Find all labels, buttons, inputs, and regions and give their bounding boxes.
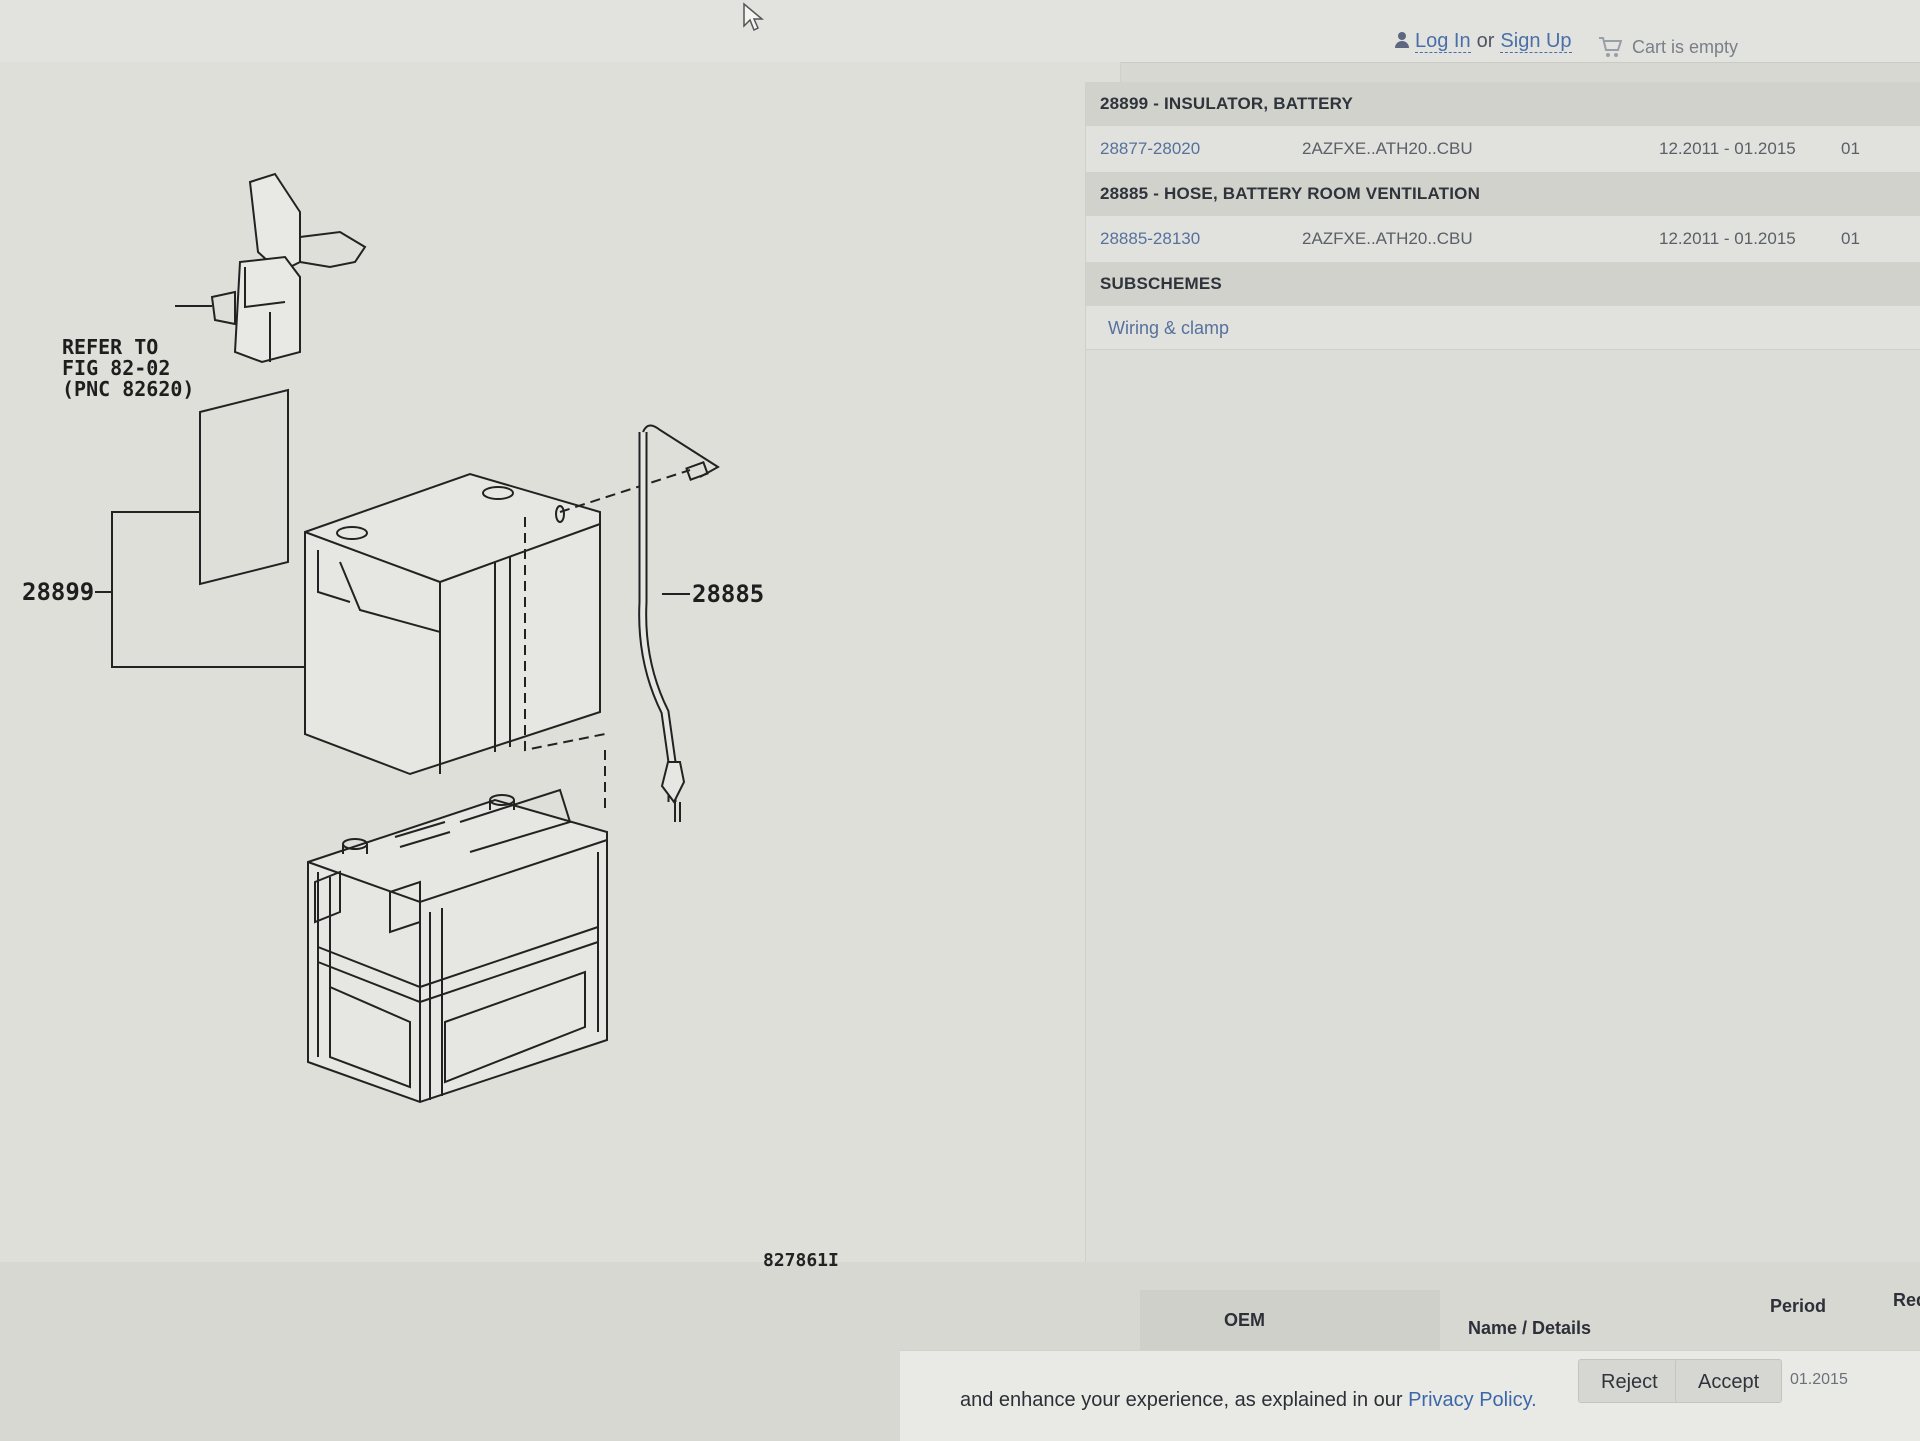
top-bar: Log In or Sign Up Cart is empty [0,0,1920,63]
cookie-message: and enhance your experience, as explaine… [960,1389,1537,1412]
parts-list-panel: 28899 - INSULATOR, BATTERY 28877-28020 2… [1085,82,1920,1262]
ventilation-hose[interactable] [638,424,720,822]
part-row[interactable]: 28885-28130 2AZFXE..ATH20..CBU 12.2011 -… [1086,216,1920,263]
production-period: 12.2011 - 01.2015 [1659,229,1796,248]
account-links: Log In or Sign Up [1395,30,1572,53]
insulator-case[interactable] [304,472,601,776]
battery[interactable] [307,788,608,1104]
relay-assembly[interactable] [210,172,367,364]
section-header-subschemes: SUBSCHEMES [1086,262,1920,306]
model-code: 2AZFXE..ATH20..CBU [1302,139,1473,158]
column-period[interactable]: Period [1770,1296,1826,1317]
insulator-sheet[interactable] [199,388,289,586]
privacy-policy-link[interactable]: Privacy Policy. [1408,1389,1537,1411]
login-link[interactable]: Log In [1415,30,1471,53]
production-period: 12.2011 - 01.2015 [1659,139,1796,158]
mouse-cursor-icon [743,2,764,32]
cart-status: Cart is empty [1632,37,1739,57]
figure-id: 827861I [763,1250,839,1271]
accept-button[interactable]: Accept [1675,1359,1783,1403]
cookie-message-text: and enhance your experience, as explaine… [960,1389,1403,1411]
or-text: or [1476,30,1495,52]
parts-table-header: OEM Name / Details Period Req [1140,1290,1920,1350]
model-code: 2AZFXE..ATH20..CBU [1302,229,1473,248]
callout-28885[interactable]: 28885 [692,580,764,608]
part-number-link[interactable]: 28877-28020 [1100,126,1200,172]
reject-button[interactable]: Reject [1578,1359,1681,1403]
section-header-hose: 28885 - HOSE, BATTERY ROOM VENTILATION [1086,172,1920,216]
battery-exploded-view: REFER TO FIG 82-02 (PNC 82620) 28899 288… [22,172,764,1104]
column-oem[interactable]: OEM [1140,1290,1440,1350]
user-icon [1395,32,1409,48]
cart-icon [1599,37,1623,57]
section-header-insulator: 28899 - INSULATOR, BATTERY [1086,82,1920,126]
signup-link[interactable]: Sign Up [1500,30,1572,53]
part-number-link[interactable]: 28885-28130 [1100,216,1200,262]
refer-text-line-3: (PNC 82620) [62,377,194,401]
callout-28899[interactable]: 28899 [22,578,94,606]
parts-diagram: REFER TO FIG 82-02 (PNC 82620) 28899 288… [0,62,1121,1262]
quantity: 01 [1841,229,1860,248]
part-row[interactable]: 28877-28020 2AZFXE..ATH20..CBU 12.2011 -… [1086,126,1920,173]
column-name-details[interactable]: Name / Details [1468,1318,1591,1339]
cookie-consent-bar: and enhance your experience, as explaine… [900,1350,1920,1441]
column-req[interactable]: Req [1893,1290,1920,1311]
subscheme-link-wiring-clamp[interactable]: Wiring & clamp [1086,306,1920,350]
quantity: 01 [1841,139,1860,158]
period-cell-fragment: 01.2015 [1790,1371,1848,1388]
cart-widget[interactable]: Cart is empty [1598,36,1738,58]
